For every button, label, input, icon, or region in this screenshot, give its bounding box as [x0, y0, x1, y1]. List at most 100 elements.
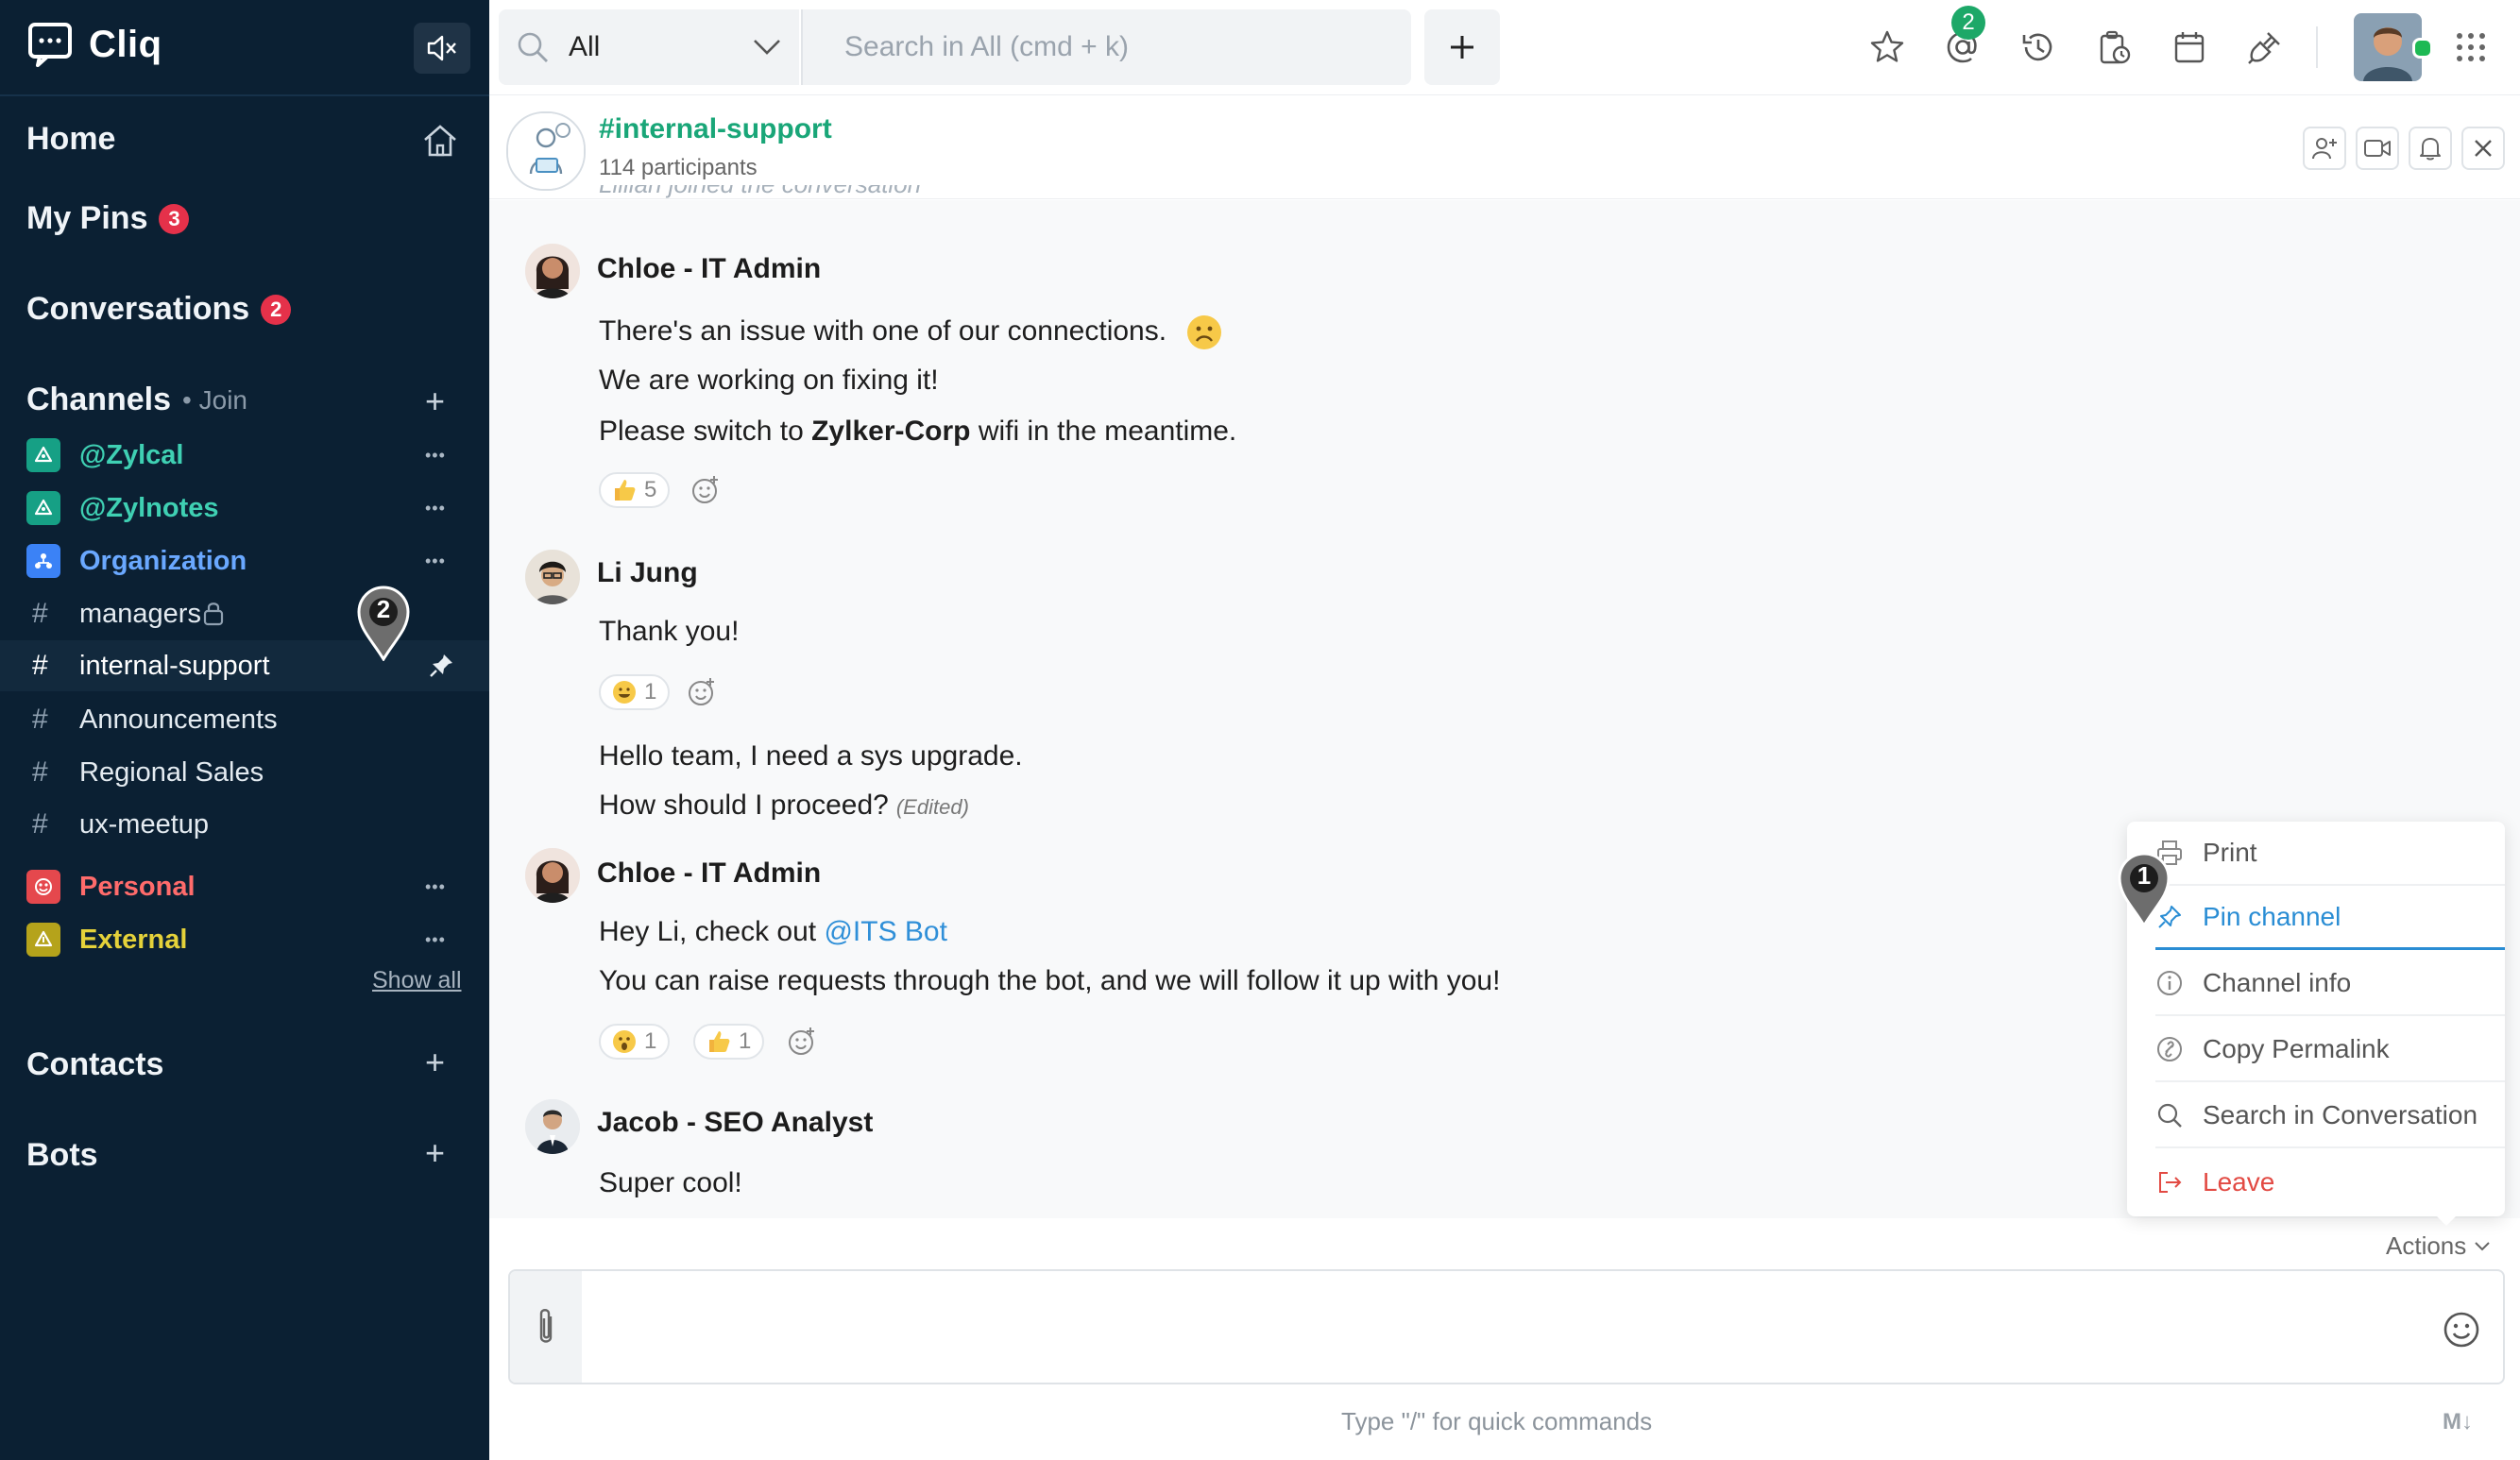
bot-mention-link[interactable]: @ITS Bot: [824, 916, 947, 947]
bell-icon: [2417, 135, 2443, 161]
thumbs-up-icon: [612, 478, 637, 502]
chloe-avatar[interactable]: [525, 848, 580, 903]
nav-my-pins-label: My Pins: [26, 200, 148, 236]
show-all-channels-link[interactable]: Show all: [372, 967, 462, 994]
system-message: Lillian joined the conversation: [599, 185, 1071, 212]
add-reaction-icon[interactable]: [686, 676, 718, 708]
search-bar[interactable]: [801, 9, 1411, 85]
chevron-down-icon: [2474, 1241, 2491, 1252]
add-bot-icon[interactable]: +: [425, 1133, 445, 1173]
message-text: You can raise requests through the bot, …: [599, 965, 1501, 996]
message-author[interactable]: Jacob - SEO Analyst: [597, 1107, 873, 1139]
message-author[interactable]: Li Jung: [597, 557, 698, 589]
search-icon: [516, 30, 550, 64]
reaction-thumbs-up[interactable]: 1: [693, 1024, 765, 1060]
add-reaction-icon[interactable]: [786, 1026, 818, 1058]
sidebar-channel-personal[interactable]: Personal •••: [0, 861, 489, 912]
sidebar-channel-managers[interactable]: # managers: [0, 588, 489, 639]
history-icon[interactable]: [2016, 25, 2061, 70]
nav-home[interactable]: Home: [26, 121, 115, 158]
sidebar-channel-zylnotes[interactable]: @Zylnotes •••: [0, 483, 489, 534]
sidebar-channel-label: internal-support: [79, 650, 270, 681]
callout-marker-1: 1: [2116, 850, 2172, 927]
notifications-button[interactable]: [2409, 127, 2452, 170]
channel-participants[interactable]: 114 participants: [599, 155, 758, 181]
integrations-icon[interactable]: [2242, 25, 2288, 70]
attach-button[interactable]: [510, 1271, 582, 1383]
sidebar-channel-label: External: [79, 924, 188, 955]
sidebar-channel-external[interactable]: External •••: [0, 914, 489, 965]
reaction-thumbs-up[interactable]: 5: [599, 472, 671, 508]
star-icon[interactable]: [1864, 25, 1910, 70]
nav-conversations[interactable]: Conversations 2: [26, 291, 292, 328]
add-channel-icon[interactable]: +: [425, 382, 445, 421]
menu-item-label: Pin channel: [2203, 901, 2341, 931]
search-input[interactable]: [843, 30, 1375, 64]
channel-more-icon[interactable]: •••: [425, 552, 446, 571]
hash-icon: #: [32, 650, 48, 681]
info-icon: [2155, 969, 2184, 997]
conversations-count-badge: 2: [261, 294, 292, 325]
menu-item-print[interactable]: Print: [2155, 822, 2505, 886]
calendar-icon[interactable]: [2167, 25, 2212, 70]
menu-item-copy-permalink[interactable]: Copy Permalink: [2155, 1018, 2505, 1082]
actions-toggle-label: Actions: [2386, 1231, 2467, 1260]
sidebar-channel-ux-meetup[interactable]: # ux-meetup: [0, 799, 489, 850]
reaction-grin[interactable]: 1: [599, 674, 671, 710]
grin-emoji-icon: [612, 680, 637, 705]
li-jung-avatar[interactable]: [525, 550, 580, 604]
menu-arrow: [2433, 1213, 2460, 1226]
home-icon[interactable]: [421, 123, 459, 159]
actions-menu: Print Pin channel Channel info Copy Perm…: [2127, 822, 2505, 1216]
markdown-toggle[interactable]: M↓: [2443, 1409, 2473, 1435]
sidebar-channel-regional-sales[interactable]: # Regional Sales: [0, 747, 489, 798]
pin-icon[interactable]: [427, 652, 455, 680]
reaction-shocked[interactable]: 1: [599, 1024, 671, 1060]
menu-item-channel-info[interactable]: Channel info: [2155, 952, 2505, 1016]
channel-more-icon[interactable]: •••: [425, 930, 446, 950]
add-member-button[interactable]: [2303, 127, 2346, 170]
nav-contacts[interactable]: Contacts: [26, 1046, 163, 1083]
add-contact-icon[interactable]: +: [425, 1043, 445, 1082]
reaction-count: 1: [739, 1028, 752, 1054]
channel-more-icon[interactable]: •••: [425, 877, 446, 897]
apps-grid-icon[interactable]: [2448, 25, 2494, 70]
sidebar-channel-label: @Zylcal: [79, 439, 184, 470]
sidebar-channel-organization[interactable]: Organization •••: [0, 535, 489, 586]
search-scope-value: All: [569, 31, 601, 62]
menu-item-search-in-conversation[interactable]: Search in Conversation: [2155, 1084, 2505, 1148]
emoji-picker-icon[interactable]: [2443, 1311, 2480, 1349]
sidebar-channel-internal-support[interactable]: # internal-support: [0, 640, 489, 691]
message-author[interactable]: Chloe - IT Admin: [597, 857, 821, 890]
channel-avatar[interactable]: [506, 111, 586, 191]
channels-join-link[interactable]: • Join: [182, 385, 247, 416]
message-input[interactable]: [595, 1294, 2422, 1362]
search-scope-select[interactable]: All: [499, 9, 799, 85]
message-author[interactable]: Chloe - IT Admin: [597, 253, 821, 285]
menu-item-pin-channel[interactable]: Pin channel: [2155, 886, 2505, 950]
mute-button[interactable]: [414, 23, 470, 74]
sidebar-channel-announcements[interactable]: # Announcements: [0, 694, 489, 745]
channel-more-icon[interactable]: •••: [425, 446, 446, 466]
reminder-icon[interactable]: [2091, 25, 2137, 70]
sidebar-channel-zylcal[interactable]: @Zylcal •••: [0, 430, 489, 481]
menu-item-leave[interactable]: Leave: [2155, 1150, 2505, 1214]
add-reaction-icon[interactable]: [690, 474, 722, 506]
quick-commands-hint: Type "/" for quick commands: [1341, 1407, 1653, 1435]
jacob-avatar[interactable]: [525, 1099, 580, 1154]
chloe-avatar[interactable]: [525, 244, 580, 298]
menu-item-label: Leave: [2203, 1167, 2275, 1197]
menu-item-label: Print: [2203, 838, 2257, 867]
channels-section-header[interactable]: Channels • Join: [26, 382, 247, 418]
channel-title[interactable]: #internal-support: [599, 113, 832, 145]
nav-bots[interactable]: Bots: [26, 1137, 98, 1174]
channel-more-icon[interactable]: •••: [425, 499, 446, 518]
sidebar-divider: [0, 94, 489, 96]
video-call-button[interactable]: [2356, 127, 2399, 170]
nav-my-pins[interactable]: My Pins 3: [26, 200, 190, 237]
close-channel-button[interactable]: [2461, 127, 2505, 170]
sad-emoji-icon: [1185, 314, 1223, 351]
brand[interactable]: Cliq: [26, 21, 162, 68]
actions-toggle-button[interactable]: Actions: [2386, 1231, 2491, 1261]
new-item-button[interactable]: [1424, 9, 1500, 85]
